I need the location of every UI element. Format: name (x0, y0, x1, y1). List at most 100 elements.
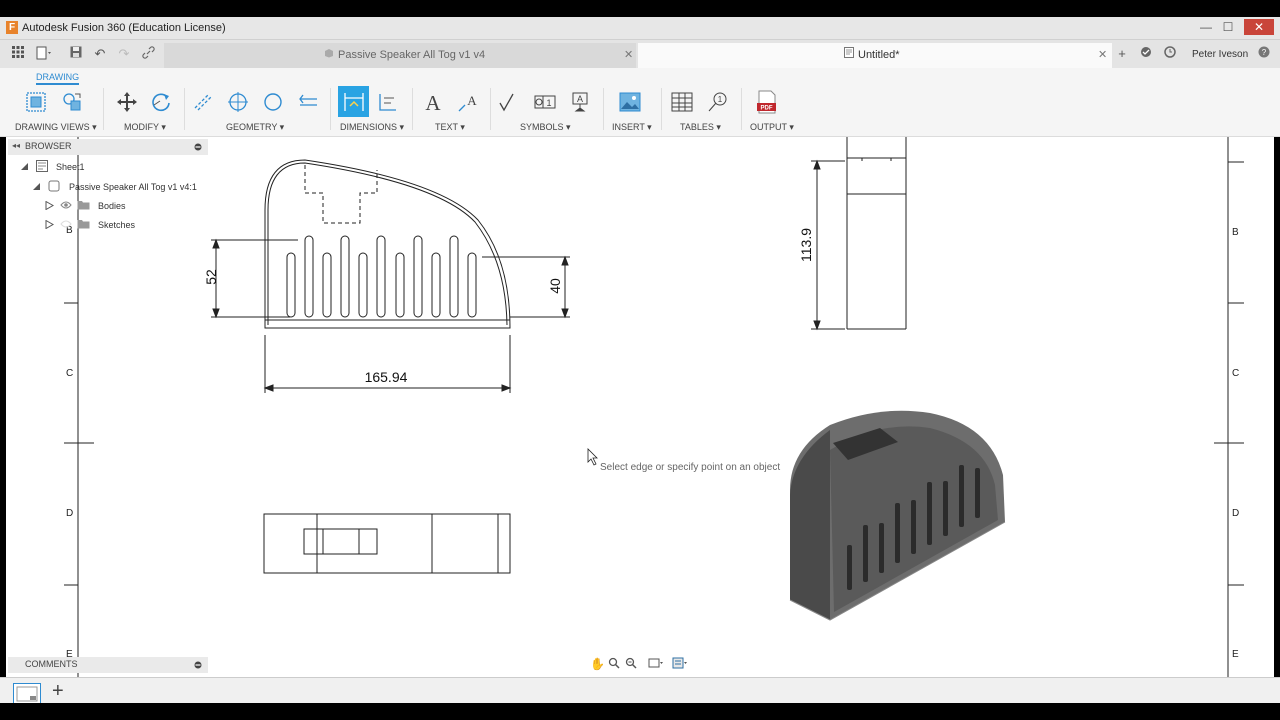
sheet-settings-icon[interactable] (672, 657, 688, 672)
dimension-width[interactable]: 165.94 (346, 369, 426, 385)
expand-component-icon[interactable] (32, 182, 41, 194)
dimension-side-height[interactable]: 113.9 (798, 220, 814, 270)
pan-icon[interactable]: ✋ (590, 657, 605, 671)
group-modify[interactable]: MODIFY ▾ (124, 122, 166, 133)
expand-bodies-icon[interactable] (45, 200, 55, 213)
group-geometry[interactable]: GEOMETRY ▾ (226, 122, 284, 133)
browser-item-component[interactable]: Passive Speaker All Tog v1 v4:1 (69, 182, 197, 192)
center-mark-icon[interactable] (225, 88, 251, 116)
svg-text:?: ? (1262, 48, 1267, 57)
design-doc-icon (324, 43, 334, 68)
panel-toggle-icon[interactable] (194, 142, 202, 154)
link-icon[interactable] (140, 46, 156, 62)
svg-text:1: 1 (546, 98, 551, 108)
expand-sketches-icon[interactable] (45, 219, 55, 232)
component-icon (48, 180, 60, 195)
comments-panel-header[interactable]: COMMENTS (8, 657, 208, 673)
folder-icon (77, 200, 90, 213)
svg-text:1: 1 (718, 95, 723, 104)
display-settings-icon[interactable] (648, 657, 664, 672)
base-view-icon[interactable] (23, 88, 49, 116)
group-drawing-views[interactable]: DRAWING VIEWS ▾ (15, 122, 97, 133)
dimension-height-right[interactable]: 40 (547, 271, 563, 301)
help-icon[interactable]: ? (1256, 46, 1272, 62)
ribbon-separator (184, 88, 185, 130)
group-text[interactable]: TEXT ▾ (435, 122, 465, 133)
expand-sheet-icon[interactable] (20, 162, 29, 174)
user-name[interactable]: Peter Iveson (1192, 49, 1248, 60)
drawing-doc-icon (844, 43, 854, 68)
vent-slots (286, 235, 477, 318)
zone-label-c-left: C (66, 368, 74, 379)
isometric-view[interactable] (789, 410, 1006, 621)
redo-icon[interactable]: ↷ (116, 46, 132, 62)
browser-panel-header[interactable]: ◂◂ BROWSER (8, 139, 208, 155)
circle-icon[interactable] (260, 88, 286, 116)
file-menu-icon[interactable] (36, 46, 52, 62)
front-view[interactable] (264, 159, 511, 329)
tab-row: ↶ ↷ Passive Speaker All Tog v1 v4 ✕ Unti… (0, 40, 1280, 68)
tab-close-icon[interactable]: ✕ (624, 43, 633, 68)
edge-extension-icon[interactable] (295, 88, 321, 116)
move-icon[interactable] (114, 88, 140, 116)
clock-icon[interactable] (1162, 46, 1178, 62)
group-tables[interactable]: TABLES ▾ (680, 122, 721, 133)
tab-untitled[interactable]: Untitled* ✕ (638, 43, 1112, 68)
sheet-thumbnail[interactable] (13, 683, 41, 705)
maximize-button[interactable]: ☐ (1218, 19, 1238, 35)
minimize-button[interactable]: — (1196, 19, 1216, 35)
surface-texture-icon[interactable] (496, 88, 522, 116)
insert-image-icon[interactable] (617, 88, 643, 116)
leader-text-icon[interactable]: A (455, 88, 481, 116)
add-sheet-icon[interactable]: + (52, 680, 64, 703)
group-symbols[interactable]: SYMBOLS ▾ (520, 122, 571, 133)
top-view[interactable] (263, 513, 511, 574)
save-icon[interactable] (68, 46, 84, 62)
browser-item-sheet1[interactable]: Sheet1 (56, 162, 85, 172)
sheet-bar: + (0, 677, 1280, 705)
zone-label-d-left: D (66, 508, 74, 519)
zoom-icon[interactable] (608, 657, 620, 672)
group-output[interactable]: OUTPUT ▾ (750, 122, 794, 133)
ribbon-separator (103, 88, 104, 130)
undo-icon[interactable]: ↶ (92, 46, 108, 62)
dimension-height-left[interactable]: 52 (203, 262, 219, 292)
browser-item-bodies[interactable]: Bodies (98, 201, 126, 211)
zone-label-c-right: C (1232, 368, 1240, 379)
panel-toggle-icon[interactable] (194, 660, 202, 672)
app-grid-icon[interactable] (10, 46, 26, 62)
new-tab-icon[interactable]: + (1114, 46, 1130, 62)
svg-text:A: A (467, 93, 477, 108)
browser-item-sketches[interactable]: Sketches (98, 220, 135, 230)
ribbon-separator (741, 88, 742, 130)
side-view[interactable] (846, 137, 907, 330)
feature-control-frame-icon[interactable]: 1 (532, 88, 558, 116)
group-dimensions[interactable]: DIMENSIONS ▾ (340, 122, 404, 133)
visibility-eye-icon[interactable] (60, 200, 72, 213)
text-icon[interactable]: A (420, 88, 446, 116)
rotate-icon[interactable] (148, 88, 174, 116)
tab-close-icon[interactable]: ✕ (1098, 43, 1107, 68)
close-window-button[interactable]: ✕ (1244, 19, 1274, 35)
job-status-icon[interactable] (1138, 46, 1154, 62)
tab-passive-speaker[interactable]: Passive Speaker All Tog v1 v4 ✕ (164, 43, 636, 68)
zoom-window-icon[interactable] (625, 657, 637, 672)
ordinate-dimension-icon[interactable] (375, 88, 401, 116)
collapse-panel-icon[interactable]: ◂◂ (12, 141, 20, 150)
browser-tree: Sheet1 Passive Speaker All Tog v1 v4:1 B… (20, 160, 210, 240)
visibility-eye-hidden-icon[interactable] (60, 219, 72, 232)
table-icon[interactable] (669, 88, 695, 116)
centerline-icon[interactable] (190, 88, 216, 116)
datum-identifier-icon[interactable]: A (567, 88, 593, 116)
balloon-icon[interactable]: 1 (704, 88, 730, 116)
svg-text:PDF: PDF (761, 106, 773, 112)
pdf-output-icon[interactable]: PDF (754, 88, 780, 116)
dimension-tool-active-icon[interactable] (338, 86, 369, 117)
svg-text:A: A (425, 91, 441, 113)
dimension-lines (211, 159, 845, 393)
ribbon-separator (490, 88, 491, 130)
projected-view-icon[interactable] (59, 88, 85, 116)
group-insert[interactable]: INSERT ▾ (612, 122, 652, 133)
ribbon-separator (603, 88, 604, 130)
workspace-label[interactable]: DRAWING (36, 72, 80, 85)
